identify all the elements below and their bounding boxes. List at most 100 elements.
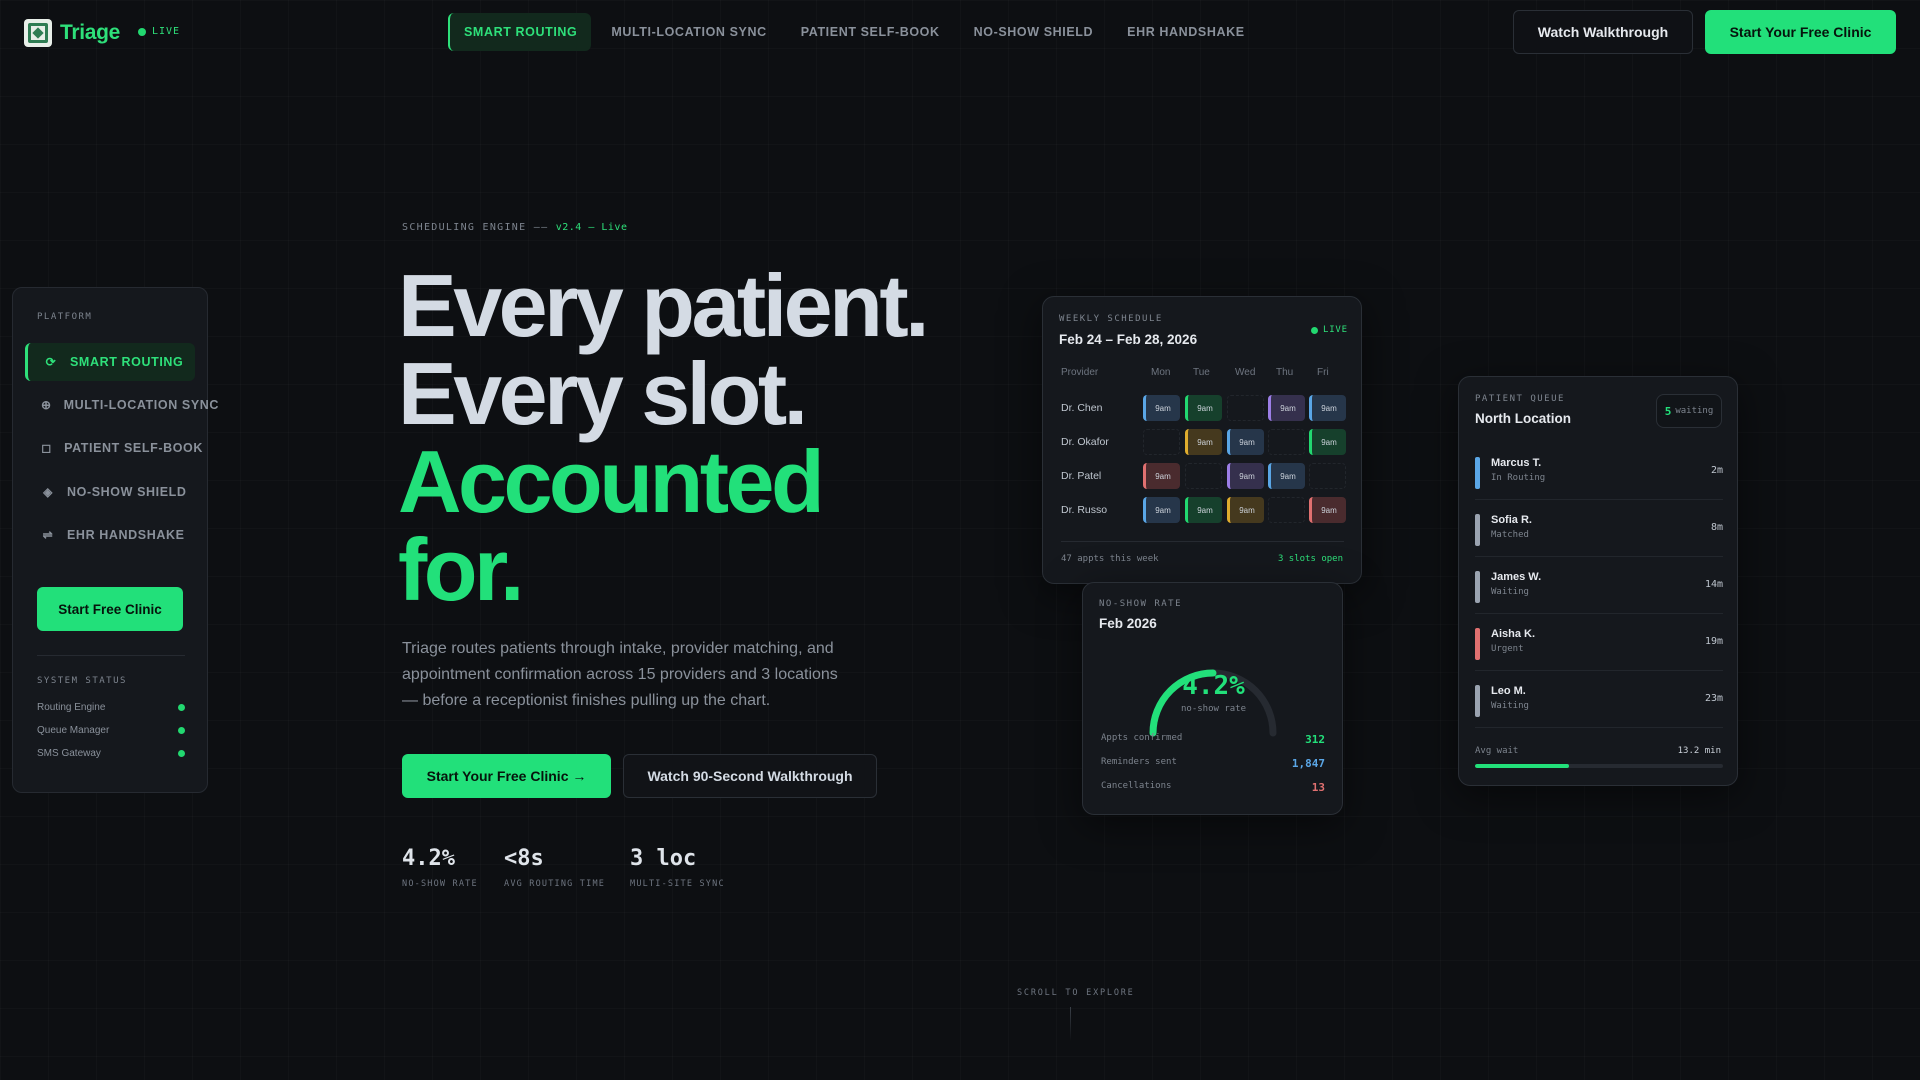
- headline-line-4: for.: [398, 520, 524, 619]
- watch-90-second-walkthrough-button[interactable]: Watch 90-Second Walkthrough: [623, 754, 877, 798]
- appointment-slot[interactable]: 9am: [1185, 429, 1222, 455]
- patient-status: Matched: [1491, 530, 1529, 540]
- avg-wait-label: Avg wait: [1475, 746, 1519, 756]
- tab-ehr-handshake[interactable]: EHR HANDSHAKE: [1113, 13, 1259, 51]
- live-label: LIVE: [152, 26, 181, 37]
- empty-slot[interactable]: [1268, 429, 1305, 455]
- patient-name: Marcus T.: [1491, 457, 1542, 469]
- queue-item[interactable]: Marcus T. In Routing 2m: [1475, 443, 1723, 500]
- live-indicator: LIVE: [138, 26, 180, 37]
- empty-slot[interactable]: [1309, 463, 1346, 489]
- appointment-slot[interactable]: 9am: [1143, 395, 1180, 421]
- avg-wait-bar: [1475, 764, 1723, 768]
- sidebar-item-label: NO-SHOW SHIELD: [67, 485, 187, 499]
- appointment-slot[interactable]: 9am: [1227, 497, 1264, 523]
- start-free-clinic-button[interactable]: Start Your Free Clinic: [1705, 10, 1896, 54]
- queue-item[interactable]: Leo M. Waiting 23m: [1475, 671, 1723, 728]
- sidebar-start-free-clinic-button[interactable]: Start Free Clinic: [37, 587, 183, 631]
- noshow-row: Cancellations 13: [1101, 781, 1325, 794]
- waiting-label: waiting: [1675, 406, 1714, 416]
- hero-eyebrow: SCHEDULING ENGINE —— v2.4 — Live: [402, 222, 627, 233]
- appointment-slot[interactable]: 9am: [1143, 497, 1180, 523]
- wait-time: 19m: [1704, 636, 1723, 647]
- empty-slot[interactable]: [1143, 429, 1180, 455]
- avg-wait-bar-fill: [1475, 764, 1570, 768]
- patient-queue-card: PATIENT QUEUE North Location 5 waiting M…: [1458, 376, 1738, 786]
- priority-bar: [1475, 628, 1480, 660]
- status-row: SMS Gateway: [37, 748, 185, 759]
- headline-line-1: Every patient.: [398, 256, 930, 355]
- wait-time: 23m: [1704, 693, 1723, 704]
- start-your-free-clinic-button[interactable]: Start Your Free Clinic →: [402, 754, 611, 798]
- appointment-slot[interactable]: 9am: [1227, 429, 1264, 455]
- diamond-icon: ◈: [43, 485, 53, 499]
- sidebar-item-no-show-shield[interactable]: ◈ NO-SHOW SHIELD: [25, 473, 203, 511]
- headline-line-2: Every slot.: [398, 344, 808, 443]
- stat-multi-site: 3 loc MULTI-SITE SYNC: [630, 846, 725, 889]
- brand-name: Triage: [60, 21, 121, 44]
- appointment-slot[interactable]: 9am: [1185, 497, 1222, 523]
- live-dot-icon: [1311, 326, 1318, 334]
- appointment-slot[interactable]: 9am: [1227, 463, 1264, 489]
- appointment-slot[interactable]: 9am: [1268, 463, 1305, 489]
- appointment-slot[interactable]: 9am: [1268, 395, 1305, 421]
- brand-logo[interactable]: Triage: [24, 19, 120, 47]
- hero-subtitle: Triage routes patients through intake, p…: [402, 640, 838, 709]
- appointment-slot[interactable]: 9am: [1185, 395, 1222, 421]
- sidebar-item-patient-self-book[interactable]: ◻ PATIENT SELF-BOOK: [25, 429, 203, 467]
- sidebar-item-multi-location-sync[interactable]: ⊕ MULTI-LOCATION SYNC: [25, 386, 218, 424]
- appointment-slot[interactable]: 9am: [1309, 395, 1346, 421]
- wait-time: 14m: [1704, 579, 1723, 590]
- sidebar-item-smart-routing[interactable]: ⟳ SMART ROUTING: [25, 343, 195, 381]
- queue-item[interactable]: Sofia R. Matched 8m: [1475, 500, 1723, 557]
- status-row: Queue Manager: [37, 725, 185, 736]
- sidebar-item-ehr-handshake[interactable]: ⇌ EHR HANDSHAKE: [25, 516, 203, 554]
- schedule-date-range: Feb 24 – Feb 28, 2026: [1059, 332, 1198, 347]
- empty-slot[interactable]: [1185, 463, 1222, 489]
- headline-line-3: Accounted: [398, 432, 825, 531]
- tab-multi-location-sync[interactable]: MULTI-LOCATION SYNC: [597, 13, 780, 51]
- empty-slot[interactable]: [1268, 497, 1305, 523]
- version-label: v2.4 — Live: [555, 222, 628, 233]
- watch-walkthrough-button[interactable]: Watch Walkthrough: [1513, 10, 1693, 54]
- patient-name: Sofia R.: [1491, 514, 1532, 526]
- avg-wait-value: 13.2 min: [1677, 746, 1721, 756]
- slots-open[interactable]: 3 slots open: [1278, 554, 1343, 564]
- card-caption: WEEKLY SCHEDULE: [1059, 314, 1163, 324]
- queue-item[interactable]: Aisha K. Urgent 19m: [1475, 614, 1723, 671]
- no-show-rate-card: NO-SHOW RATE Feb 2026 4.2% no-show rate …: [1082, 582, 1343, 815]
- schedule-live-badge: LIVE: [1311, 325, 1348, 335]
- tab-smart-routing[interactable]: SMART ROUTING: [448, 13, 592, 51]
- patient-status: In Routing: [1491, 473, 1546, 483]
- queue-location: North Location: [1475, 411, 1571, 426]
- patient-status: Waiting: [1491, 587, 1529, 597]
- priority-bar: [1475, 514, 1480, 546]
- status-label: Queue Manager: [37, 725, 110, 736]
- status-row: Routing Engine: [37, 702, 185, 713]
- provider-column-header: Provider: [1061, 367, 1099, 378]
- day-header: Mon: [1151, 367, 1171, 378]
- patient-name: Leo M.: [1491, 685, 1526, 697]
- wait-time: 8m: [1710, 522, 1723, 533]
- stat-label: NO-SHOW RATE: [402, 879, 478, 889]
- queue-item[interactable]: James W. Waiting 14m: [1475, 557, 1723, 614]
- status-label: Routing Engine: [37, 702, 106, 713]
- day-header: Fri: [1317, 367, 1329, 378]
- routing-icon: ⟳: [45, 355, 57, 369]
- patient-name: James W.: [1491, 571, 1542, 583]
- system-status-caption: SYSTEM STATUS: [37, 676, 127, 686]
- tab-no-show-shield[interactable]: NO-SHOW SHIELD: [960, 13, 1108, 51]
- live-dot-icon: [138, 27, 146, 36]
- appointment-slot[interactable]: 9am: [1143, 463, 1180, 489]
- empty-slot[interactable]: [1227, 395, 1264, 421]
- priority-bar: [1475, 685, 1480, 717]
- waiting-count: 5: [1664, 404, 1672, 418]
- tab-patient-self-book[interactable]: PATIENT SELF-BOOK: [787, 13, 954, 51]
- appointment-slot[interactable]: 9am: [1309, 429, 1346, 455]
- card-caption: NO-SHOW RATE: [1099, 599, 1183, 609]
- row-value: 312: [1305, 733, 1325, 746]
- appointment-slot[interactable]: 9am: [1309, 497, 1346, 523]
- card-caption: PATIENT QUEUE: [1475, 394, 1565, 404]
- noshow-row: Appts confirmed 312: [1101, 733, 1325, 746]
- noshow-value-label: no-show rate: [1180, 704, 1247, 714]
